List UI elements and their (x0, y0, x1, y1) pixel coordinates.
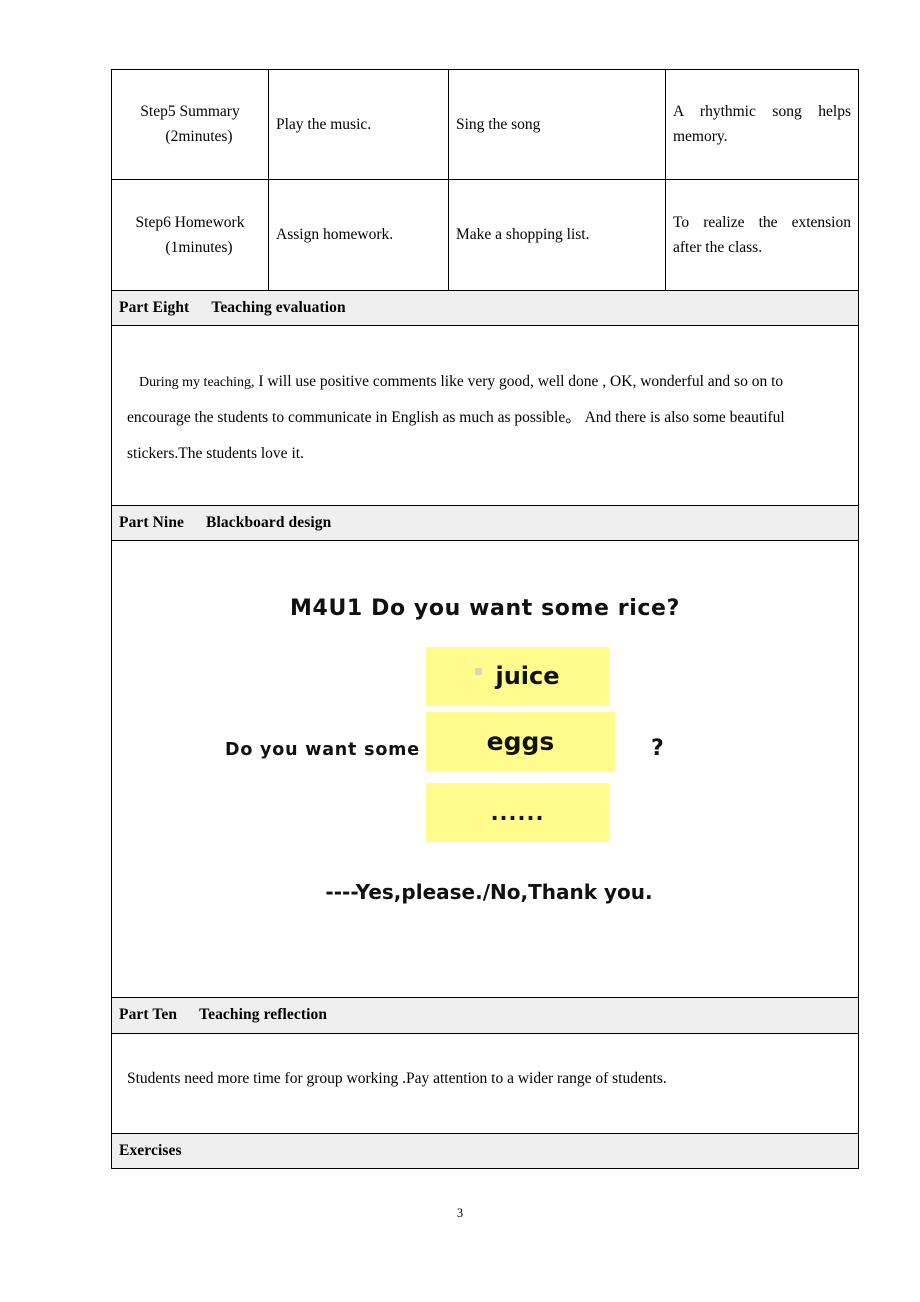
teacher-activity-cell: Assign homework. (268, 179, 449, 291)
table-row: Step6 Homework (1minutes) Assign homework… (111, 179, 859, 291)
section-body-blackboard: M4U1 Do you want some rice? Do you want … (111, 540, 859, 999)
bullet-square-icon (475, 668, 483, 676)
section-header-exercises: Exercises (111, 1132, 859, 1169)
section-title: Teaching evaluation (211, 298, 346, 316)
step-duration: (2minutes) (165, 128, 233, 146)
blackboard-prompt-text: Do you want some (225, 740, 420, 761)
word-card-label: eggs (486, 727, 555, 757)
purpose-cell: A rhythmic song helps memory. (665, 68, 859, 181)
section-title: Teaching reflection (199, 1006, 328, 1024)
section-body-row-evaluation: During my teaching, I will use positive … (111, 324, 859, 507)
word-card-eggs: eggs (426, 712, 615, 773)
teacher-activity-cell: Play the music. (268, 68, 449, 181)
blackboard-title: M4U1 Do you want some rice? (290, 596, 680, 622)
step-name: Step6 Homework (135, 213, 245, 231)
evaluation-lead: During my teaching, (139, 374, 255, 390)
reflection-paragraph: Students need more time for group workin… (127, 1069, 667, 1087)
purpose-cell: To realize the extension after the class… (665, 179, 859, 291)
section-title: Exercises (119, 1141, 182, 1159)
section-header-blackboard: Part Nine Blackboard design (111, 505, 859, 542)
section-part-label: Part Nine (119, 514, 185, 532)
section-header-row-evaluation: Part Eight Teaching evaluation (111, 289, 859, 326)
section-header-reflection: Part Ten Teaching reflection (111, 997, 859, 1034)
section-header-row-exercises: Exercises (111, 1132, 859, 1169)
student-activity-cell: Make a shopping list. (448, 179, 666, 291)
section-body-row-blackboard: M4U1 Do you want some rice? Do you want … (111, 540, 859, 999)
section-header-evaluation: Part Eight Teaching evaluation (111, 289, 859, 326)
section-header-row-blackboard: Part Nine Blackboard design (111, 505, 859, 542)
section-title: Blackboard design (206, 514, 332, 532)
blackboard-canvas: M4U1 Do you want some rice? Do you want … (119, 545, 851, 993)
section-header-row-reflection: Part Ten Teaching reflection (111, 997, 859, 1034)
page-number: 3 (456, 1206, 464, 1220)
word-card-label: juice (495, 662, 560, 691)
step-name: Step5 Summary (140, 103, 240, 121)
word-card-ellipsis: ...... (426, 783, 609, 843)
blackboard-question-mark: ? (651, 736, 664, 762)
lesson-plan-table: Step5 Summary (2minutes) Play the music. … (111, 68, 859, 1169)
evaluation-text: During my teaching, I will use positive … (119, 330, 851, 500)
evaluation-paragraph: During my teaching, I will use positive … (127, 364, 847, 472)
word-card-label: ...... (490, 800, 545, 825)
step-label-cell: Step5 Summary (2minutes) (111, 68, 269, 181)
document-page: Step5 Summary (2minutes) Play the music. … (0, 0, 920, 1302)
section-part-label: Part Eight (119, 298, 190, 316)
section-body-row-reflection: Students need more time for group workin… (111, 1032, 859, 1134)
section-body-reflection: Students need more time for group workin… (111, 1032, 859, 1134)
table-row: Step5 Summary (2minutes) Play the music. … (111, 68, 859, 181)
student-activity-cell: Sing the song (448, 68, 666, 181)
section-body-evaluation: During my teaching, I will use positive … (111, 324, 859, 507)
step-label-cell: Step6 Homework (1minutes) (111, 179, 269, 291)
reflection-text: Students need more time for group workin… (119, 1038, 851, 1128)
section-part-label: Part Ten (119, 1006, 178, 1024)
blackboard-answer-line: ----Yes,please./No,Thank you. (325, 880, 653, 905)
step-duration: (1minutes) (165, 238, 233, 256)
word-card-juice: juice (426, 647, 609, 707)
